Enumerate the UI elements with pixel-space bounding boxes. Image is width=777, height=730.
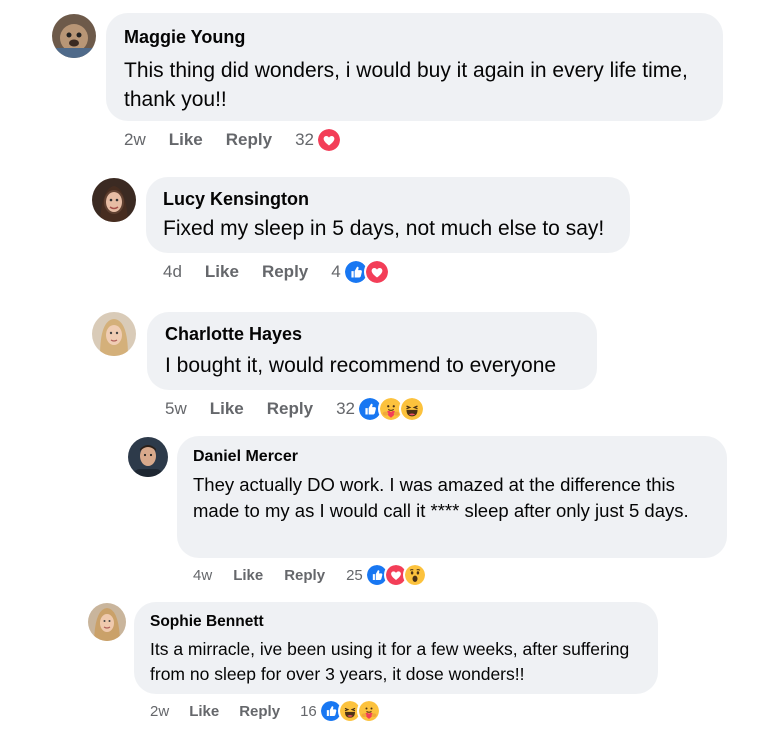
- reaction-icons[interactable]: [315, 127, 342, 153]
- avatar[interactable]: [52, 14, 96, 58]
- reaction-icons[interactable]: [356, 396, 425, 422]
- comment-author[interactable]: Lucy Kensington: [163, 188, 613, 211]
- reply-button[interactable]: Reply: [284, 567, 325, 584]
- reaction-count[interactable]: 16: [300, 703, 317, 720]
- comment-text: I bought it, would recommend to everyone: [165, 354, 557, 377]
- comment-author[interactable]: Maggie Young: [124, 25, 705, 49]
- comment-timestamp[interactable]: 2w: [124, 130, 146, 150]
- love-reaction-icon: [363, 259, 390, 285]
- reaction-icons[interactable]: [364, 563, 427, 587]
- avatar[interactable]: [88, 603, 126, 641]
- comment-bubble: Sophie Bennett Its a mirracle, ive been …: [134, 602, 658, 694]
- comment-actions: 4d Like Reply 4: [163, 259, 390, 285]
- comment-text: Its a mirracle, ive been using it for a …: [150, 639, 630, 684]
- comment-actions: 5w Like Reply 32: [165, 396, 425, 422]
- avatar[interactable]: [92, 312, 136, 356]
- reaction-icons[interactable]: [342, 259, 390, 285]
- like-button[interactable]: Like: [205, 262, 239, 282]
- comment-bubble: Daniel Mercer They actually DO work. I w…: [177, 436, 727, 558]
- love-reaction-icon: [315, 127, 342, 153]
- comment-timestamp[interactable]: 2w: [150, 703, 169, 720]
- comment-bubble: Maggie Young This thing did wonders, i w…: [106, 13, 723, 121]
- like-button[interactable]: Like: [169, 130, 203, 150]
- comment-actions: 2w Like Reply 32: [124, 127, 342, 153]
- care-reaction-icon: [356, 699, 381, 723]
- comment-text: This thing did wonders, i would buy it a…: [124, 59, 688, 111]
- comment-timestamp[interactable]: 5w: [165, 399, 187, 419]
- comment-timestamp[interactable]: 4d: [163, 262, 182, 282]
- reply-button[interactable]: Reply: [267, 399, 313, 419]
- reaction-icons[interactable]: [318, 699, 381, 723]
- comment-timestamp[interactable]: 4w: [193, 567, 212, 584]
- comment-author[interactable]: Sophie Bennett: [150, 612, 642, 632]
- reply-button[interactable]: Reply: [226, 130, 272, 150]
- like-button[interactable]: Like: [233, 567, 263, 584]
- like-button[interactable]: Like: [189, 703, 219, 720]
- avatar[interactable]: [128, 437, 168, 477]
- comment-author[interactable]: Charlotte Hayes: [165, 323, 579, 346]
- reaction-count[interactable]: 25: [346, 567, 363, 584]
- comment-actions: 4w Like Reply 25: [193, 563, 427, 587]
- reaction-count[interactable]: 4: [331, 262, 340, 282]
- comment-bubble: Lucy Kensington Fixed my sleep in 5 days…: [146, 177, 630, 253]
- like-button[interactable]: Like: [210, 399, 244, 419]
- avatar[interactable]: [92, 178, 136, 222]
- comment-author[interactable]: Daniel Mercer: [193, 446, 711, 467]
- wow-reaction-icon: [402, 563, 427, 587]
- haha-reaction-icon: [398, 396, 425, 422]
- reaction-count[interactable]: 32: [336, 399, 355, 419]
- reply-button[interactable]: Reply: [239, 703, 280, 720]
- comment-text: They actually DO work. I was amazed at t…: [193, 474, 689, 521]
- comment-text: Fixed my sleep in 5 days, not much else …: [163, 217, 605, 240]
- comment-bubble: Charlotte Hayes I bought it, would recom…: [147, 312, 597, 390]
- reaction-count[interactable]: 32: [295, 130, 314, 150]
- reply-button[interactable]: Reply: [262, 262, 308, 282]
- comment-actions: 2w Like Reply 16: [150, 699, 381, 723]
